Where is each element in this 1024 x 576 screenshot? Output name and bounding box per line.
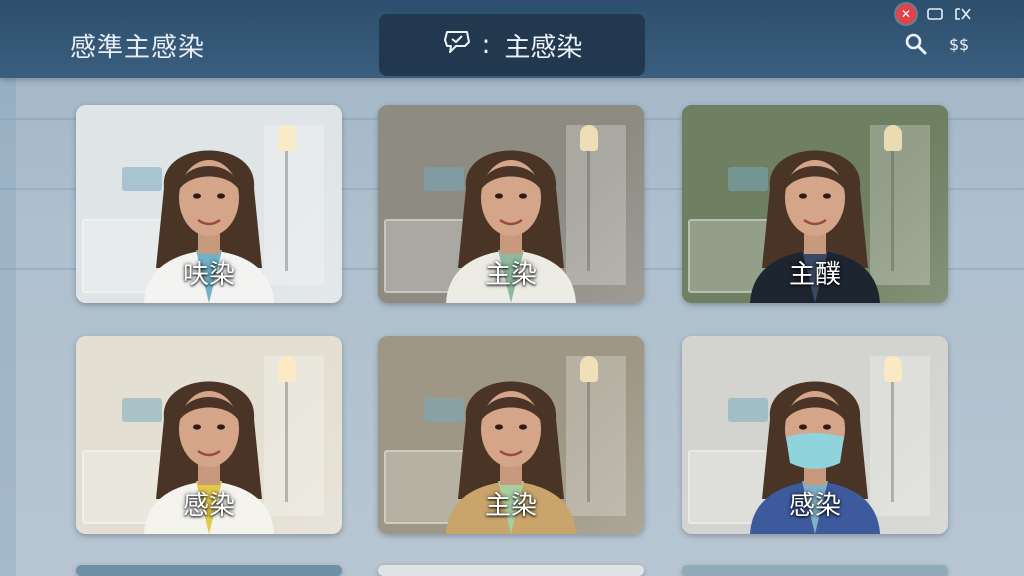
search-icon[interactable]: [904, 32, 928, 56]
character-card[interactable]: 主染: [378, 336, 644, 534]
left-rail: [0, 78, 16, 576]
character-label: 主染: [484, 260, 537, 290]
window-controls: ✕: [896, 4, 972, 24]
character-card-partial[interactable]: [76, 565, 342, 576]
svg-text:$: $: [959, 35, 969, 54]
close-icon[interactable]: ✕: [896, 4, 916, 24]
character-label: 呋染: [182, 260, 235, 290]
character-label: 主染: [484, 491, 537, 521]
character-card[interactable]: 主染: [378, 105, 644, 303]
character-card[interactable]: 感染: [76, 336, 342, 534]
currency-icon[interactable]: $ $: [948, 33, 970, 55]
top-bar: 感準主感染 : 主感染 ✕ $ $: [0, 0, 1024, 78]
category-selector[interactable]: : 主感染: [379, 14, 645, 76]
chat-badge-icon: [442, 28, 472, 63]
character-card[interactable]: 呋染: [76, 105, 342, 303]
character-card[interactable]: 主醭: [682, 105, 948, 303]
restore-icon[interactable]: [926, 5, 944, 23]
app-title: 感準主感染: [70, 33, 206, 63]
svg-text:$: $: [949, 35, 959, 54]
character-card-partial[interactable]: [682, 565, 948, 576]
selector-separator: :: [481, 30, 491, 60]
character-label: 感染: [788, 491, 841, 521]
character-label: 主醭: [788, 260, 841, 290]
selector-label: 主感染: [504, 32, 583, 63]
character-card[interactable]: 感染: [682, 336, 948, 534]
toolbar: $ $: [904, 32, 970, 56]
character-card-partial[interactable]: [378, 565, 644, 576]
minimize-icon[interactable]: [954, 5, 972, 23]
character-label: 感染: [182, 491, 235, 521]
